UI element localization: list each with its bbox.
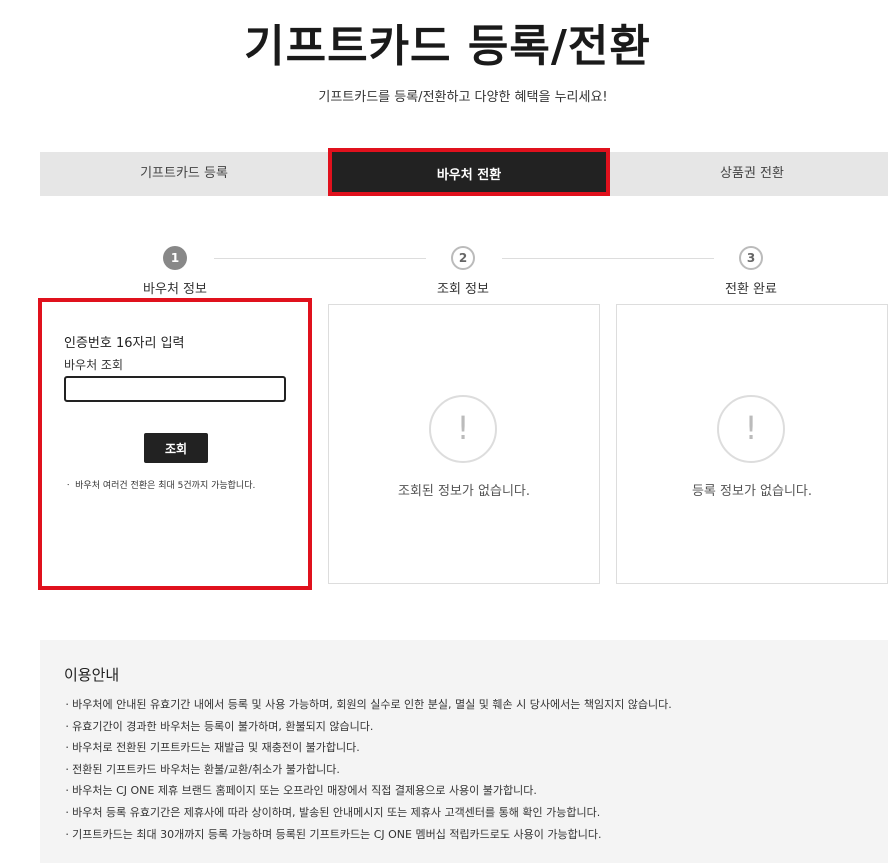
list-item: ㆍ바우처로 전환된 기프트카드는 재발급 및 재충전이 불가합니다. bbox=[62, 741, 360, 755]
page-title: 기프트카드 등록/전환 bbox=[244, 21, 651, 72]
step-connector bbox=[214, 258, 426, 259]
tab-giftcard-register[interactable]: 기프트카드 등록 bbox=[40, 152, 328, 196]
voucher-code-heading: 인증번호 16자리 입력 bbox=[64, 336, 185, 351]
tab-voucher-convert[interactable]: 바우처 전환 bbox=[328, 148, 610, 196]
exclamation-icon: ! bbox=[429, 395, 497, 463]
step-connector bbox=[502, 258, 714, 259]
lookup-empty-message: 조회된 정보가 없습니다. bbox=[398, 484, 530, 499]
list-item: ㆍ전환된 기프트카드 바우처는 환불/교환/취소가 불가합니다. bbox=[62, 762, 340, 776]
tab-bar: 기프트카드 등록 바우처 전환 상품권 전환 bbox=[40, 148, 888, 196]
usage-info-list: ㆍ바우처에 안내된 유효기간 내에서 등록 및 사용 가능하며, 회원의 실수로… bbox=[62, 694, 672, 845]
voucher-info-panel: 인증번호 16자리 입력 바우처 조회 조회 ㆍ 바우처 여러건 전환은 최대 … bbox=[38, 298, 312, 590]
voucher-code-input[interactable] bbox=[64, 376, 286, 402]
usage-info-title: 이용안내 bbox=[64, 666, 120, 684]
usage-info-box: 이용안내 ㆍ바우처에 안내된 유효기간 내에서 등록 및 사용 가능하며, 회원… bbox=[40, 640, 888, 863]
step-2-label: 조회 정보 bbox=[437, 282, 489, 297]
voucher-lookup-label: 바우처 조회 bbox=[64, 358, 124, 372]
lookup-button[interactable]: 조회 bbox=[144, 433, 208, 463]
step-2-circle: 2 bbox=[451, 246, 475, 270]
exclamation-icon: ! bbox=[717, 395, 785, 463]
conversion-complete-panel: ! 등록 정보가 없습니다. bbox=[616, 304, 888, 584]
step-1-circle: 1 bbox=[163, 246, 187, 270]
step-3-label: 전환 완료 bbox=[725, 282, 777, 297]
complete-empty-message: 등록 정보가 없습니다. bbox=[691, 484, 813, 499]
list-item: ㆍ바우처는 CJ ONE 제휴 브랜드 홈페이지 또는 오프라인 매장에서 직접… bbox=[62, 784, 537, 798]
list-item: ㆍ바우처에 안내된 유효기간 내에서 등록 및 사용 가능하며, 회원의 실수로… bbox=[62, 698, 672, 711]
list-item: ㆍ기프트카드는 최대 30개까지 등록 가능하며 등록된 기프트카드는 CJ O… bbox=[62, 827, 602, 841]
list-item: ㆍ유효기간이 경과한 바우처는 등록이 불가하며, 환불되지 않습니다. bbox=[62, 719, 374, 733]
step-3-circle: 3 bbox=[739, 246, 763, 270]
step-1-label: 바우처 정보 bbox=[143, 282, 207, 297]
voucher-limit-note: ㆍ 바우처 여러건 전환은 최대 5건까지 가능합니다. bbox=[64, 481, 256, 491]
tab-gift-certificate-convert[interactable]: 상품권 전환 bbox=[616, 152, 888, 196]
page-subtitle: 기프트카드를 등록/전환하고 다양한 혜택을 누리세요! bbox=[318, 90, 608, 105]
lookup-info-panel: ! 조회된 정보가 없습니다. bbox=[328, 304, 600, 584]
list-item: ㆍ바우처 등록 유효기간은 제휴사에 따라 상이하며, 발송된 안내메시지 또는… bbox=[62, 805, 601, 819]
